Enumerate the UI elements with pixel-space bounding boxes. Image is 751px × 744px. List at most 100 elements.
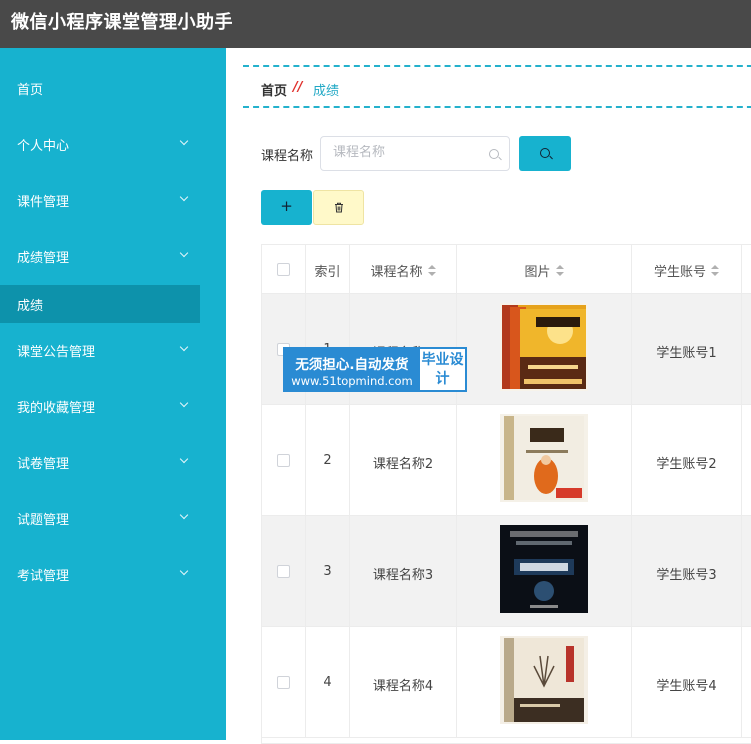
watermark-badge-label: 毕业设计 [420, 349, 465, 390]
book-cover-image[interactable] [500, 414, 588, 502]
watermark-line1: 无须担心.自动发货 [295, 357, 409, 373]
sidebar-item-exams[interactable]: 考试管理 [0, 556, 226, 592]
select-cell [262, 405, 306, 515]
watermark-badge: 无须担心.自动发货 www.51topmind.com 毕业设计 [283, 347, 467, 392]
student-cell: 学生账号2 [632, 405, 742, 515]
table-row[interactable]: 4 课程名称4 学生账号4 [262, 627, 751, 738]
row-checkbox[interactable] [277, 565, 290, 578]
header-next-column [742, 245, 751, 293]
header-image-wrap: 图片 [457, 261, 631, 280]
next-cell [742, 627, 751, 737]
sidebar-item-label: 考试管理 [17, 569, 70, 584]
sidebar-item-questions[interactable]: 试题管理 [0, 500, 226, 536]
row-checkbox[interactable] [277, 676, 290, 689]
student-cell: 学生账号4 [632, 627, 742, 737]
main-content: 首页 // 成绩 课程名称 + 索引 课程名称 图片 [226, 48, 751, 744]
row-index: 3 [323, 564, 332, 579]
sidebar-item-label: 试卷管理 [17, 457, 70, 472]
chevron-down-icon [179, 398, 189, 408]
select-cell [262, 516, 306, 626]
table-row[interactable]: 3 课程名称3 学生账号3 [262, 516, 751, 627]
chevron-down-icon [179, 566, 189, 576]
search-field[interactable] [320, 136, 510, 171]
header-image-label: 图片 [524, 265, 551, 280]
watermark-text: 无须担心.自动发货 www.51topmind.com [285, 349, 419, 390]
sidebar-item-label: 我的收藏管理 [17, 401, 96, 416]
top-bar: 微信小程序课堂管理小助手 [0, 0, 751, 48]
sidebar-item-personal-center[interactable]: 个人中心 [0, 126, 226, 162]
search-label: 课程名称 [261, 149, 314, 164]
sidebar-item-label: 成绩 [17, 299, 44, 314]
sidebar-subitem-grades[interactable]: 成绩 [0, 285, 200, 323]
trash-icon [335, 202, 343, 213]
header-course-label: 课程名称 [370, 265, 423, 280]
sidebar-item-favorites[interactable]: 我的收藏管理 [0, 388, 226, 424]
add-button[interactable]: + [261, 190, 312, 225]
header-course[interactable]: 课程名称 [350, 245, 457, 293]
index-cell: 2 [306, 405, 350, 515]
search-input[interactable] [333, 145, 483, 160]
row-index: 2 [323, 453, 332, 468]
chevron-down-icon [179, 248, 189, 258]
divider [243, 65, 751, 67]
row-student: 学生账号4 [656, 679, 717, 694]
sort-icon[interactable] [427, 265, 436, 277]
next-cell [742, 516, 751, 626]
divider [243, 106, 751, 108]
chevron-down-icon [179, 342, 189, 352]
sidebar-item-announcements[interactable]: 课堂公告管理 [0, 332, 226, 368]
book-cover-image[interactable] [500, 636, 588, 724]
search-icon [489, 149, 499, 159]
chevron-down-icon [179, 192, 189, 202]
book-cover-image[interactable] [500, 303, 588, 391]
search-button[interactable] [519, 136, 571, 171]
header-index-label: 索引 [314, 265, 341, 280]
index-cell: 4 [306, 627, 350, 737]
course-cell: 课程名称2 [350, 405, 457, 515]
row-student: 学生账号3 [656, 568, 717, 583]
select-cell [262, 627, 306, 737]
header-student-label: 学生账号 [653, 265, 706, 280]
breadcrumb-home[interactable]: 首页 [261, 80, 287, 99]
row-course: 课程名称4 [372, 679, 434, 694]
sort-icon[interactable] [555, 265, 564, 277]
table-header-row: 索引 课程名称 图片 学生账号 [262, 245, 751, 294]
sidebar-item-exam-papers[interactable]: 试卷管理 [0, 444, 226, 480]
header-image[interactable]: 图片 [457, 245, 632, 293]
image-cell [457, 294, 632, 404]
image-cell [457, 627, 632, 737]
row-index: 4 [323, 675, 332, 690]
image-cell [457, 405, 632, 515]
sidebar-item-courseware[interactable]: 课件管理 [0, 182, 226, 218]
table-row[interactable]: 2 课程名称2 学生账号2 [262, 405, 751, 516]
student-cell: 学生账号3 [632, 516, 742, 626]
sidebar-item-home[interactable]: 首页 [0, 70, 226, 106]
watermark-line2: www.51topmind.com [291, 374, 413, 388]
sidebar-item-grades-management[interactable]: 成绩管理 [0, 238, 226, 274]
chevron-down-icon [179, 454, 189, 464]
index-cell: 3 [306, 516, 350, 626]
sidebar: 首页 个人中心 课件管理 成绩管理 成绩 课堂公告管理 我的收藏管理 试卷管理 … [0, 48, 226, 740]
header-index: 索引 [306, 245, 350, 293]
sort-icon[interactable] [711, 265, 719, 277]
image-cell [457, 516, 632, 626]
header-student-wrap: 学生账号 [632, 261, 741, 280]
header-course-wrap: 课程名称 [350, 261, 456, 280]
sidebar-item-label: 个人中心 [17, 139, 70, 154]
header-select-cell [262, 245, 306, 293]
next-cell [742, 294, 751, 404]
sidebar-item-label: 首页 [17, 83, 44, 98]
select-all-checkbox[interactable] [277, 263, 290, 276]
row-course: 课程名称3 [372, 568, 434, 583]
book-cover-image[interactable] [500, 525, 588, 613]
header-student[interactable]: 学生账号 [632, 245, 742, 293]
sidebar-item-label: 成绩管理 [17, 251, 70, 266]
student-cell: 学生账号1 [632, 294, 742, 404]
grades-table: 索引 课程名称 图片 学生账号 1 课程名称1 [261, 244, 751, 744]
delete-button[interactable] [313, 190, 364, 225]
row-checkbox[interactable] [277, 454, 290, 467]
app-title: 微信小程序课堂管理小助手 [11, 12, 233, 33]
breadcrumb-separator: // [293, 80, 303, 95]
row-student: 学生账号2 [656, 457, 717, 472]
chevron-down-icon [179, 136, 189, 146]
